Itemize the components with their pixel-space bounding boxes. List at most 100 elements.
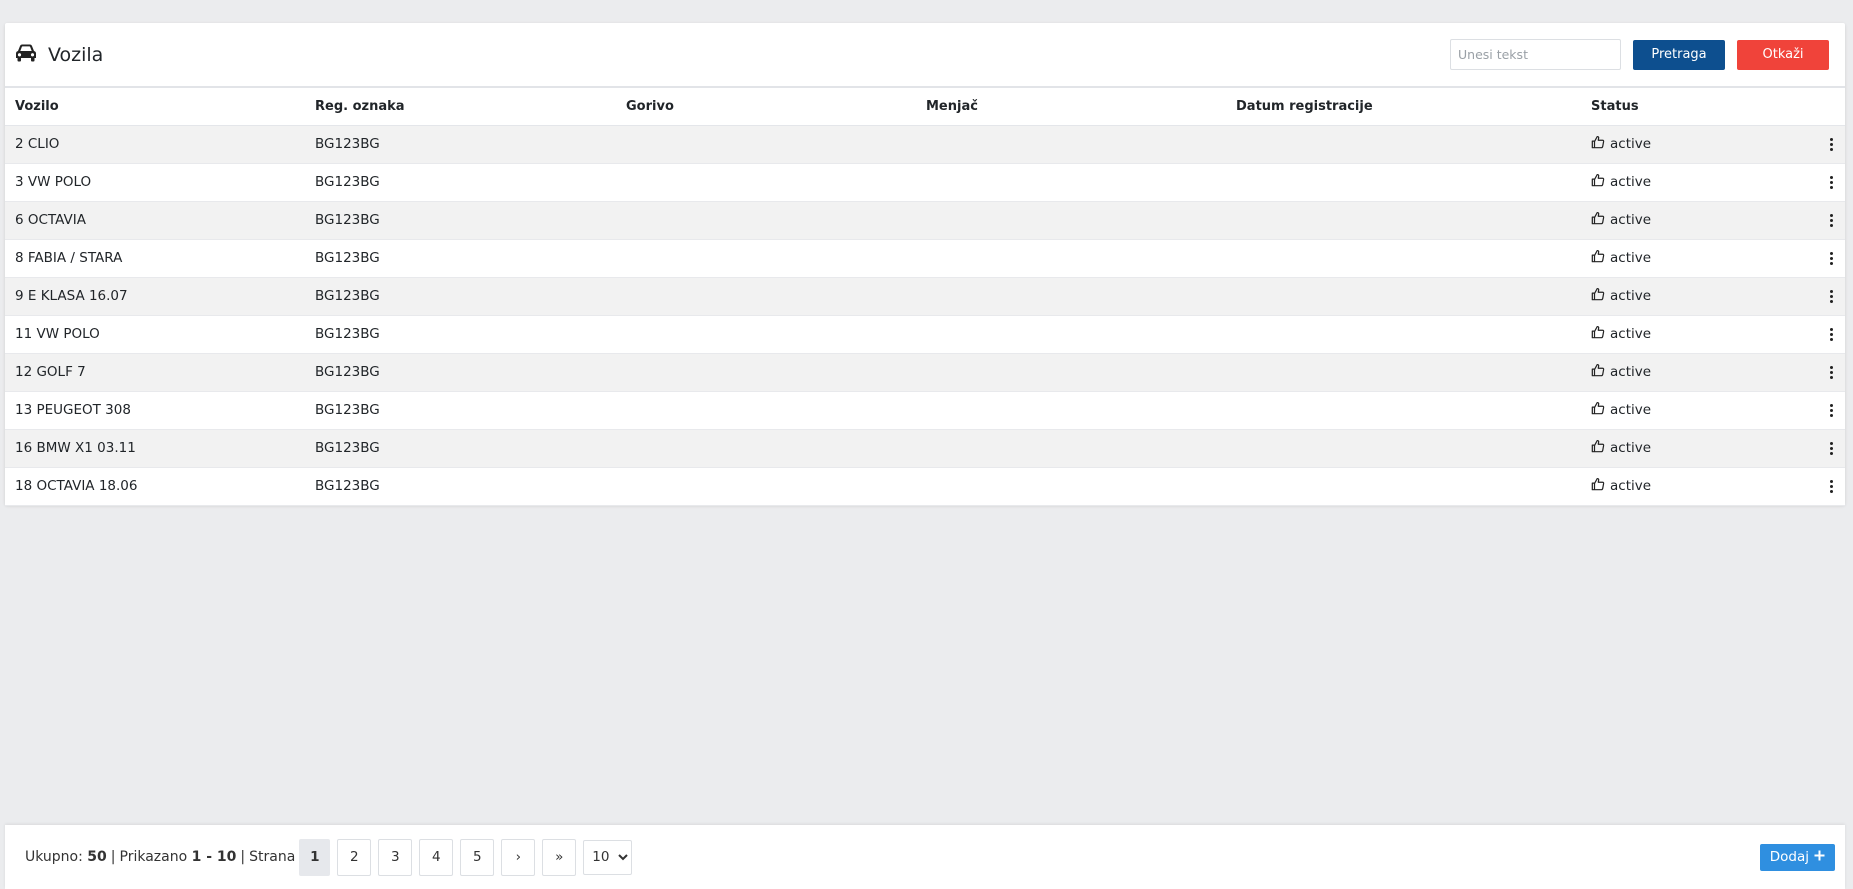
column-header-reg-oznaka[interactable]: Reg. oznaka (305, 88, 616, 126)
table-body: 2 CLIO BG123BG active 3 VW POLO BG123BG activ… (5, 125, 1845, 506)
status-text: active (1610, 250, 1652, 266)
cell-gorivo (616, 163, 916, 202)
thumbs-up-icon (1591, 287, 1605, 305)
cell-actions (1745, 429, 1845, 468)
thumbs-up-icon (1591, 325, 1605, 343)
cell-menjac (916, 429, 1226, 468)
cell-status: active (1581, 315, 1745, 354)
last-page-button[interactable]: » (542, 838, 577, 876)
page-size-select[interactable]: 10 (583, 839, 633, 875)
cell-vozilo: 12 GOLF 7 (5, 353, 305, 392)
panel-header: Vozila Pretraga Otkaži (5, 23, 1845, 88)
status-badge: active (1591, 477, 1651, 495)
cell-actions (1745, 467, 1845, 506)
table-row[interactable]: 12 GOLF 7 BG123BG active (5, 353, 1845, 392)
search-bar: Pretraga Otkaži (1450, 39, 1829, 70)
column-header-menjac[interactable]: Menjač (916, 88, 1226, 126)
next-page-button[interactable]: › (501, 838, 536, 876)
cell-vozilo: 8 FABIA / STARA (5, 239, 305, 278)
table-row[interactable]: 13 PEUGEOT 308 BG123BG active (5, 391, 1845, 430)
cell-status: active (1581, 163, 1745, 202)
table-row[interactable]: 6 OCTAVIA BG123BG active (5, 201, 1845, 240)
table-row[interactable]: 16 BMW X1 03.11 BG123BG active (5, 429, 1845, 468)
cell-reg-oznaka: BG123BG (305, 467, 616, 506)
cell-reg-oznaka: BG123BG (305, 125, 616, 164)
search-button[interactable]: Pretraga (1633, 39, 1725, 70)
cell-vozilo: 13 PEUGEOT 308 (5, 391, 305, 430)
kebab-menu-icon[interactable] (1826, 172, 1837, 193)
header-row: Vozilo Reg. oznaka Gorivo Menjač Datum r… (5, 88, 1845, 126)
page-button-1[interactable]: 1 (299, 838, 331, 876)
cell-reg-oznaka: BG123BG (305, 163, 616, 202)
cell-datum-registracije (1226, 239, 1581, 278)
cell-gorivo (616, 201, 916, 240)
table-row[interactable]: 18 OCTAVIA 18.06 BG123BG active (5, 467, 1845, 506)
table-row[interactable]: 8 FABIA / STARA BG123BG active (5, 239, 1845, 278)
cell-datum-registracije (1226, 277, 1581, 316)
kebab-menu-icon[interactable] (1826, 324, 1837, 345)
cell-status: active (1581, 429, 1745, 468)
kebab-menu-icon[interactable] (1826, 362, 1837, 383)
status-text: active (1610, 212, 1652, 228)
cell-status: active (1581, 125, 1745, 164)
vehicles-panel: Vozila Pretraga Otkaži Vozilo Reg. oznak… (5, 23, 1845, 506)
table-row[interactable]: 11 VW POLO BG123BG active (5, 315, 1845, 354)
status-badge: active (1591, 135, 1651, 153)
column-header-gorivo[interactable]: Gorivo (616, 88, 916, 126)
cancel-button[interactable]: Otkaži (1737, 39, 1829, 70)
cell-reg-oznaka: BG123BG (305, 315, 616, 354)
kebab-menu-icon[interactable] (1826, 438, 1837, 459)
kebab-menu-icon[interactable] (1826, 476, 1837, 497)
shown-range: 1 - 10 (191, 849, 237, 865)
cell-menjac (916, 201, 1226, 240)
cell-menjac (916, 239, 1226, 278)
page-button-5[interactable]: 5 (460, 838, 495, 876)
separator: | (110, 849, 116, 865)
table-row[interactable]: 9 E KLASA 16.07 BG123BG active (5, 277, 1845, 316)
cell-datum-registracije (1226, 467, 1581, 506)
column-header-status[interactable]: Status (1581, 88, 1745, 126)
page-title: Vozila (48, 43, 104, 66)
status-badge: active (1591, 211, 1651, 229)
separator: | (240, 849, 246, 865)
column-header-datum-registracije[interactable]: Datum registracije (1226, 88, 1581, 126)
page-button-2[interactable]: 2 (337, 838, 372, 876)
add-button[interactable]: Dodaj (1759, 843, 1835, 871)
kebab-menu-icon[interactable] (1826, 400, 1837, 421)
cell-gorivo (616, 125, 916, 164)
table-header: Vozilo Reg. oznaka Gorivo Menjač Datum r… (5, 88, 1845, 126)
cell-reg-oznaka: BG123BG (305, 353, 616, 392)
thumbs-up-icon (1591, 363, 1605, 381)
table-row[interactable]: 2 CLIO BG123BG active (5, 125, 1845, 164)
kebab-menu-icon[interactable] (1826, 248, 1837, 269)
cell-menjac (916, 125, 1226, 164)
cell-status: active (1581, 391, 1745, 430)
status-badge: active (1591, 325, 1651, 343)
thumbs-up-icon (1591, 401, 1605, 419)
cell-menjac (916, 353, 1226, 392)
kebab-menu-icon[interactable] (1826, 210, 1837, 231)
thumbs-up-icon (1591, 249, 1605, 267)
page-label: Strana (249, 849, 296, 865)
cell-menjac (916, 467, 1226, 506)
cell-reg-oznaka: BG123BG (305, 239, 616, 278)
shown-label: Prikazano (119, 849, 188, 865)
cell-vozilo: 16 BMW X1 03.11 (5, 429, 305, 468)
cell-reg-oznaka: BG123BG (305, 277, 616, 316)
thumbs-up-icon (1591, 135, 1605, 153)
page-button-3[interactable]: 3 (378, 838, 413, 876)
cell-actions (1745, 163, 1845, 202)
cell-vozilo: 18 OCTAVIA 18.06 (5, 467, 305, 506)
page-button-4[interactable]: 4 (419, 838, 454, 876)
thumbs-up-icon (1591, 211, 1605, 229)
cell-menjac (916, 391, 1226, 430)
kebab-menu-icon[interactable] (1826, 134, 1837, 155)
pagination-info: Ukupno: 50 | Prikazano 1 - 10 | Strana 1… (25, 838, 633, 876)
total-count: 50 (87, 849, 107, 865)
search-input[interactable] (1450, 39, 1621, 70)
kebab-menu-icon[interactable] (1826, 286, 1837, 307)
cell-datum-registracije (1226, 429, 1581, 468)
cell-gorivo (616, 467, 916, 506)
table-row[interactable]: 3 VW POLO BG123BG active (5, 163, 1845, 202)
column-header-vozilo[interactable]: Vozilo (5, 88, 305, 126)
